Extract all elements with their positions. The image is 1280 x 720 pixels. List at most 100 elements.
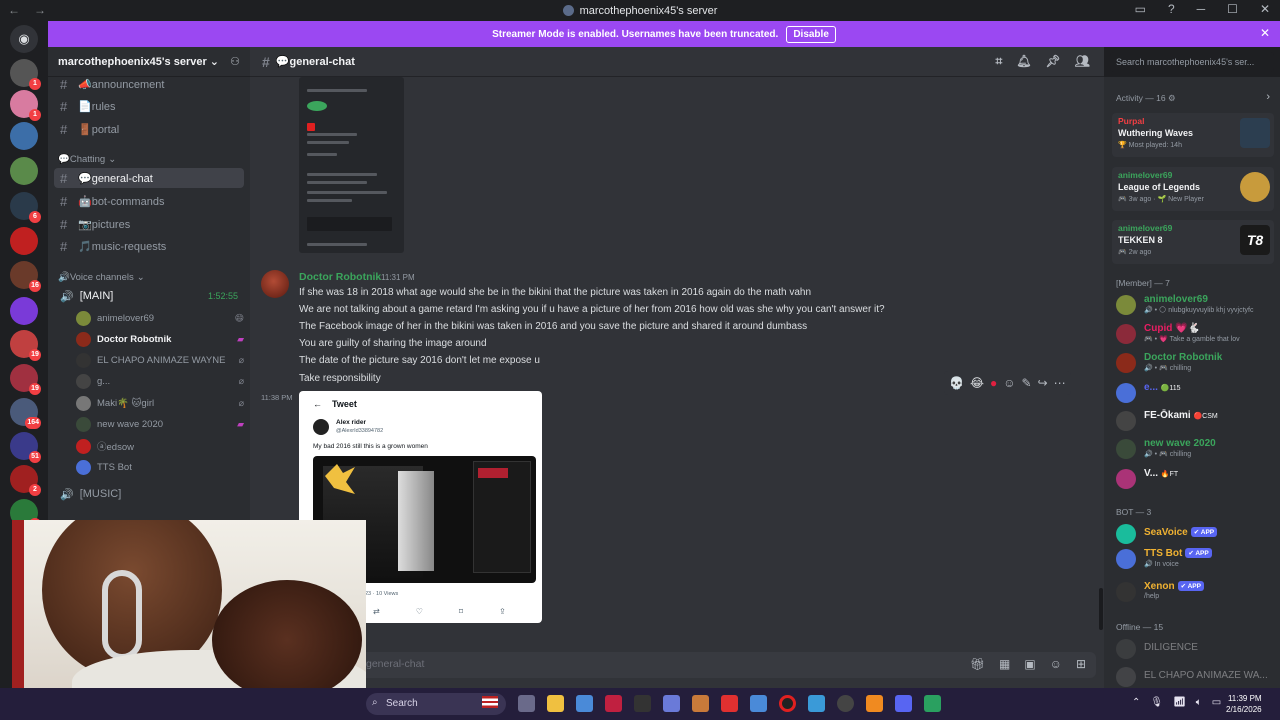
member-item[interactable]: TTS Bot ✔ APP 🔊 In voice bbox=[1116, 547, 1278, 571]
server-icon[interactable] bbox=[10, 122, 38, 150]
channel-rules[interactable]: # 📄rules bbox=[54, 96, 244, 116]
voice-user[interactable]: EL CHAPO ANIMAZE WAYNE ⌀ bbox=[76, 350, 244, 370]
forward-icon[interactable]: ↪ bbox=[1038, 376, 1048, 390]
chevron-right-icon[interactable]: › bbox=[1266, 91, 1270, 103]
forward-arrow-icon[interactable]: → bbox=[34, 3, 46, 17]
channel-announcement[interactable]: # 📣announcement bbox=[54, 74, 244, 94]
scrollbar[interactable] bbox=[1099, 588, 1103, 630]
add-reaction-icon[interactable]: ☺ bbox=[1003, 376, 1015, 390]
server-icon[interactable]: 16 bbox=[10, 261, 41, 292]
channel-pictures[interactable]: # 📷pictures bbox=[54, 214, 244, 234]
member-item[interactable]: new wave 2020 🔊 • 🎮 chilling bbox=[1116, 437, 1278, 461]
app-icon[interactable] bbox=[924, 695, 941, 712]
apps-icon[interactable]: ⊞ bbox=[1076, 657, 1086, 671]
add-member-icon[interactable]: ⚇ bbox=[230, 55, 240, 68]
taskbar-clock[interactable]: 11:39 PM 2/16/2026 bbox=[1226, 693, 1262, 715]
record-icon[interactable] bbox=[779, 695, 796, 712]
chevron-up-icon[interactable]: ⌃ bbox=[1132, 697, 1140, 708]
gif-icon[interactable]: ▦ bbox=[999, 657, 1010, 671]
reaction-icon[interactable]: ● bbox=[990, 376, 997, 390]
more-icon[interactable]: ⋯ bbox=[1054, 376, 1066, 390]
close-button[interactable]: ✕ bbox=[1260, 2, 1270, 16]
member-item[interactable]: Doctor Robotnik 🔊 • 🎮 chilling bbox=[1116, 351, 1278, 375]
message-input[interactable]: general-chat 🎁︎ ▦ ▣ ☺ ⊞ bbox=[258, 652, 1096, 678]
edit-icon[interactable]: ✎ bbox=[1022, 376, 1032, 390]
voice-channel-music[interactable]: 🔊 [MUSIC] bbox=[54, 484, 244, 504]
channel-general-chat[interactable]: # 💬general-chat bbox=[54, 168, 244, 188]
category-voice[interactable]: 🔊Voice channels ⌄ bbox=[58, 272, 145, 283]
server-header[interactable]: marcothephoenix45's server ⌄ ⚇ bbox=[48, 47, 250, 77]
server-icon[interactable] bbox=[10, 227, 38, 255]
vlc-icon[interactable] bbox=[866, 695, 883, 712]
channel-music-requests[interactable]: # 🎵music-requests bbox=[54, 236, 244, 256]
gear-icon[interactable]: ⚙ bbox=[1168, 93, 1176, 103]
message-author[interactable]: Doctor Robotnik bbox=[299, 271, 381, 283]
server-icon[interactable]: 19 bbox=[10, 330, 41, 361]
laugh-reaction-icon[interactable]: 😂 bbox=[970, 376, 984, 390]
store-icon[interactable] bbox=[576, 695, 593, 712]
voice-user[interactable]: new wave 2020 ▰ bbox=[76, 414, 244, 434]
member-item[interactable]: Xenon ✔ APP /help bbox=[1116, 580, 1278, 604]
avatar[interactable] bbox=[261, 270, 289, 298]
voice-user[interactable]: Maki🌴 🐱girl ⌀ bbox=[76, 393, 244, 413]
maximize-button[interactable]: ☐ bbox=[1227, 2, 1238, 16]
activity-card[interactable]: Purpal Wuthering Waves 🏆 Most played: 14… bbox=[1112, 113, 1274, 157]
voice-user[interactable]: TTS Bot bbox=[76, 457, 244, 477]
member-item[interactable]: SeaVoice ✔ APP bbox=[1116, 522, 1278, 546]
task-view-icon[interactable] bbox=[518, 695, 535, 712]
disable-streamer-mode-button[interactable]: Disable bbox=[786, 25, 836, 43]
voice-user[interactable]: g... ⌀ bbox=[76, 371, 244, 391]
pin-icon[interactable]: 📌︎ bbox=[1046, 54, 1061, 69]
channel-bot-commands[interactable]: # 🤖bot-commands bbox=[54, 191, 244, 211]
gift-icon[interactable]: 🎁︎ bbox=[970, 657, 985, 671]
close-icon[interactable]: ✕ bbox=[1260, 26, 1270, 40]
threads-icon[interactable]: ⌗ bbox=[996, 54, 1003, 69]
activity-card[interactable]: animelover69 League of Legends 🎮 3w ago … bbox=[1112, 167, 1274, 211]
channel-portal[interactable]: # 🚪portal bbox=[54, 119, 244, 139]
help-icon[interactable]: ? bbox=[1168, 2, 1175, 16]
server-icon[interactable]: 164 bbox=[10, 398, 41, 429]
skull-reaction-icon[interactable]: 💀 bbox=[949, 376, 964, 390]
member-item[interactable]: V... 🔥FT bbox=[1116, 467, 1278, 491]
home-button[interactable]: ◉ bbox=[10, 25, 38, 53]
app-icon[interactable] bbox=[750, 695, 767, 712]
member-item[interactable]: Cupid 💗🐇 🎮 • 💗 Take a gamble that lov bbox=[1116, 322, 1278, 346]
discord-icon[interactable] bbox=[895, 695, 912, 712]
member-list-icon[interactable]: 👥︎ bbox=[1075, 54, 1090, 69]
back-arrow-icon[interactable]: ← bbox=[8, 3, 20, 17]
inbox-icon[interactable]: ▭ bbox=[1135, 2, 1146, 16]
minimize-button[interactable]: ─ bbox=[1197, 2, 1206, 16]
media-player-icon[interactable] bbox=[837, 695, 854, 712]
search-input[interactable]: Search marcothephoenix45's ser... bbox=[1110, 52, 1274, 72]
server-icon[interactable] bbox=[10, 157, 38, 185]
category-chatting[interactable]: 💬Chatting ⌄ bbox=[58, 154, 116, 165]
sticker-icon[interactable]: ▣ bbox=[1024, 657, 1035, 671]
embedded-screenshot-image[interactable] bbox=[299, 77, 404, 253]
mic-icon[interactable]: 🎙︎ bbox=[1150, 697, 1163, 708]
taskbar-search[interactable]: ⌕ Search bbox=[366, 693, 506, 715]
app-icon[interactable] bbox=[692, 695, 709, 712]
app-icon[interactable] bbox=[634, 695, 651, 712]
app-icon[interactable] bbox=[721, 695, 738, 712]
file-explorer-icon[interactable] bbox=[547, 695, 564, 712]
member-item[interactable]: animelover69 🔊 • 🌕 nlubgkuyvuylib khj vy… bbox=[1116, 293, 1278, 317]
app-icon[interactable] bbox=[605, 695, 622, 712]
volume-icon[interactable]: 🔈︎ bbox=[1196, 697, 1202, 708]
server-icon[interactable]: 6 bbox=[10, 192, 41, 223]
app-icon[interactable] bbox=[663, 695, 680, 712]
voice-channel-main[interactable]: 🔊 [MAIN] 1:52:55 bbox=[54, 286, 244, 306]
server-icon[interactable]: 1 bbox=[10, 59, 41, 90]
voice-user[interactable]: animelover69 😄 bbox=[76, 308, 244, 328]
server-icon[interactable]: 1 bbox=[10, 90, 41, 121]
bell-icon[interactable]: 🔔︎ bbox=[1016, 54, 1031, 69]
member-item[interactable]: e... 🟢115 bbox=[1116, 381, 1278, 405]
server-icon[interactable] bbox=[10, 297, 38, 325]
voice-user[interactable]: Doctor Robotnik ▰ bbox=[76, 329, 244, 349]
server-icon[interactable]: 2 bbox=[10, 465, 41, 496]
app-icon[interactable] bbox=[808, 695, 825, 712]
server-icon[interactable]: 19 bbox=[10, 364, 41, 395]
emoji-icon[interactable]: ☺ bbox=[1050, 657, 1062, 671]
server-icon[interactable]: 51 bbox=[10, 432, 41, 463]
wifi-icon[interactable]: 📶︎ bbox=[1173, 697, 1186, 708]
member-item[interactable]: DILIGENCE bbox=[1116, 637, 1278, 661]
